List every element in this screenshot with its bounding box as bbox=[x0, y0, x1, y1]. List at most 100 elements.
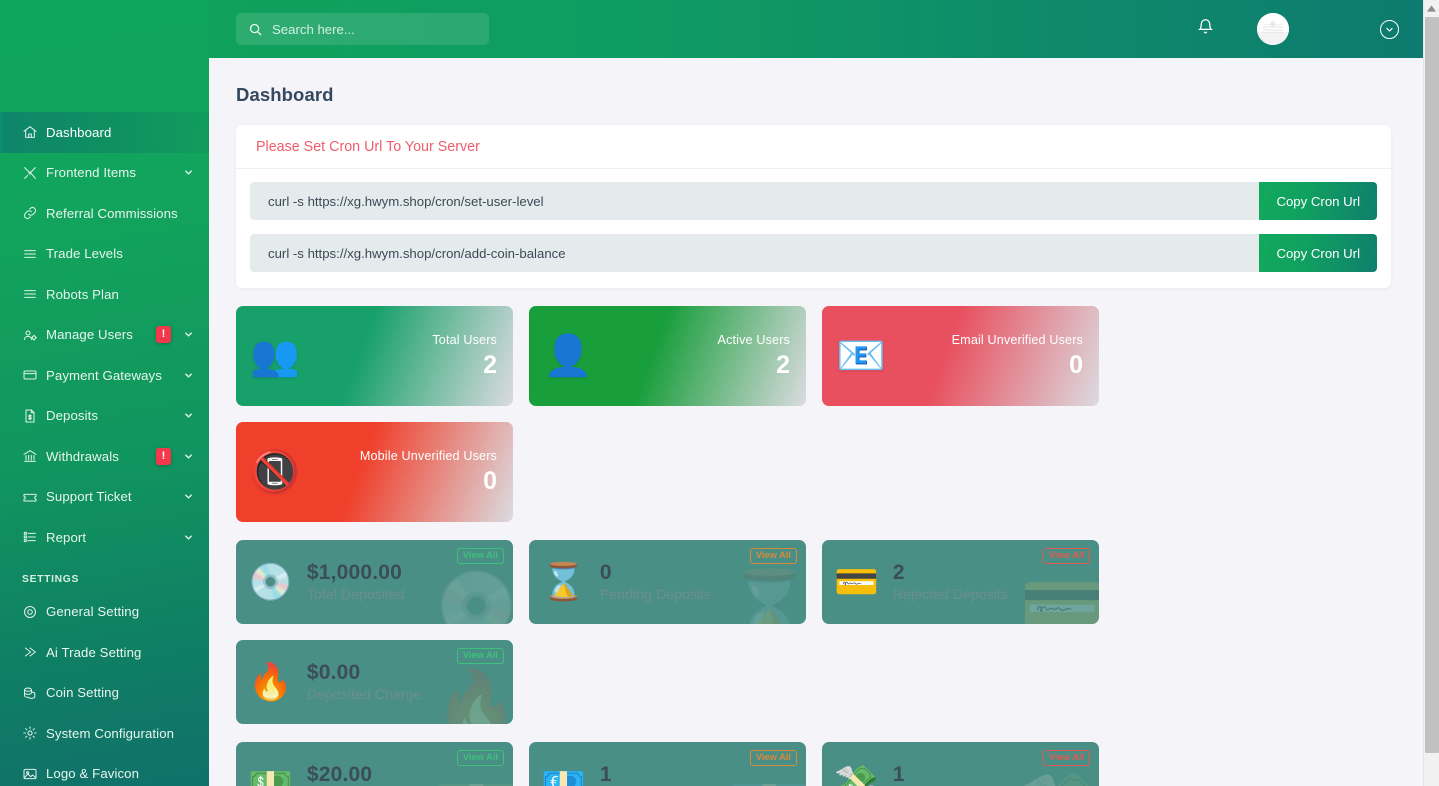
cron-url-input[interactable] bbox=[250, 234, 1260, 272]
card-background-icon: 💿 bbox=[434, 568, 513, 624]
page-scrollbar[interactable] bbox=[1423, 0, 1439, 786]
sidebar-item-badge: ! bbox=[156, 326, 171, 344]
sidebar-item-manage-users[interactable]: Manage Users! bbox=[0, 315, 209, 356]
sidebar-logo[interactable] bbox=[0, 0, 209, 112]
scrollbar-thumb[interactable] bbox=[1425, 17, 1439, 753]
stat-card-rejected-deposits[interactable]: 💳 View All 💳 2 Rejected Deposits bbox=[822, 540, 1099, 624]
chevron-down-icon[interactable] bbox=[181, 451, 195, 462]
sidebar-item-trade-levels[interactable]: Trade Levels bbox=[0, 234, 209, 275]
stat-text: 2 Rejected Deposits bbox=[893, 561, 1008, 603]
stat-card-mobile-unverified-users[interactable]: 📵 Mobile Unverified Users 0 bbox=[236, 422, 513, 522]
view-all-badge[interactable]: View All bbox=[1042, 548, 1090, 565]
image-icon bbox=[22, 766, 46, 782]
chevron-down-icon[interactable] bbox=[181, 532, 195, 543]
stat-card-pending-withdrawals[interactable]: 💶View All💶1Pending Withdrawals bbox=[529, 742, 806, 786]
email-cross-icon: 📧 bbox=[836, 334, 886, 378]
chevron-down-icon[interactable] bbox=[181, 370, 195, 381]
copy-cron-url-button[interactable]: Copy Cron Url bbox=[1259, 234, 1377, 272]
sidebar-item-deposits[interactable]: Deposits bbox=[0, 396, 209, 437]
report-list-icon bbox=[22, 529, 46, 545]
view-all-badge[interactable]: View All bbox=[749, 750, 797, 767]
tools-icon bbox=[22, 165, 46, 181]
card-background-icon: 💸 bbox=[1020, 774, 1099, 786]
view-all-badge[interactable]: View All bbox=[1042, 750, 1090, 767]
sidebar-item-support-ticket[interactable]: Support Ticket bbox=[0, 477, 209, 518]
stat-label: Rejected Deposits bbox=[892, 587, 1008, 603]
bell-icon bbox=[1197, 17, 1214, 41]
sidebar-item-label: General Setting bbox=[46, 604, 140, 620]
sidebar-item-dashboard[interactable]: Dashboard bbox=[0, 112, 209, 153]
stat-card-active-users[interactable]: 👤 Active Users 2 bbox=[529, 306, 806, 406]
sidebar-item-system-configuration[interactable]: System Configuration bbox=[0, 713, 209, 754]
card-background-icon: 💳 bbox=[1020, 568, 1099, 624]
stat-value: 0 bbox=[483, 466, 497, 495]
sidebar-item-payment-gateways[interactable]: Payment Gateways bbox=[0, 355, 209, 396]
stat-card-email-unverified-users[interactable]: 📧 Email Unverified Users 0 bbox=[822, 306, 1099, 406]
chevron-down-circle-icon[interactable] bbox=[1380, 19, 1399, 39]
ticket-icon bbox=[22, 489, 46, 505]
stat-card-rejected-withdrawals[interactable]: 💸View All💸1Rejected Withdrawals bbox=[822, 742, 1099, 786]
cash-hourglass-icon: 💶 bbox=[541, 763, 586, 786]
stat-text: $1,000.00 Total Deposited bbox=[307, 561, 405, 603]
stat-card-total-withdrawan[interactable]: 💵 View All 💵 $20.00Total Withdrawan bbox=[236, 742, 513, 786]
sidebar-item-label: Coin Setting bbox=[46, 685, 120, 701]
stat-label: Email Unverified Users bbox=[951, 332, 1083, 347]
stat-value: $0.00 bbox=[306, 661, 361, 684]
sidebar-item-robots-plan[interactable]: Robots Plan bbox=[0, 274, 209, 315]
stat-card-pending-deposits[interactable]: ⌛ View All ⌛ 0 Pending Deposits bbox=[529, 540, 806, 624]
stat-text: Email Unverified Users 0 bbox=[952, 333, 1083, 380]
view-all-badge[interactable]: View All bbox=[749, 548, 797, 565]
chevron-down-icon[interactable] bbox=[181, 329, 195, 340]
chevron-down-icon[interactable] bbox=[181, 410, 195, 421]
percent-flame-icon: 🔥 bbox=[248, 661, 293, 702]
deposit-check-icon: 💿 bbox=[248, 561, 293, 602]
sidebar-item-label: Withdrawals bbox=[46, 448, 119, 464]
sidebar-item-coin-setting[interactable]: Coin Setting bbox=[0, 673, 209, 714]
sidebar-item-label: Frontend Items bbox=[46, 165, 137, 181]
stat-text: Active Users 2 bbox=[718, 333, 790, 380]
avatar[interactable] bbox=[1257, 13, 1289, 45]
copy-cron-url-button[interactable]: Copy Cron Url bbox=[1259, 182, 1377, 220]
stats-row-users: 👥 Total Users 2 👤 Active Users 2 📧 Email Unveri… bbox=[209, 288, 1407, 522]
sidebar-item-general-setting[interactable]: General Setting bbox=[0, 592, 209, 633]
page-title: Dashboard bbox=[236, 84, 334, 105]
scroll-up-arrow-icon[interactable] bbox=[1424, 0, 1439, 17]
view-all-badge[interactable]: View All bbox=[456, 750, 504, 767]
stat-text: $0.00 Deposited Charge bbox=[307, 661, 421, 703]
cron-url-panel: Please Set Cron Url To Your Server Copy … bbox=[236, 125, 1391, 288]
card-background-icon: 🔥 bbox=[434, 668, 513, 724]
chevron-down-icon[interactable] bbox=[181, 491, 195, 502]
sidebar-item-frontend-items[interactable]: Frontend Items bbox=[0, 153, 209, 194]
sidebar-item-label: Deposits bbox=[46, 408, 99, 424]
search-box[interactable] bbox=[236, 13, 489, 45]
stat-card-total-deposited[interactable]: 💿 View All 💿 $1,000.00 Total Deposited bbox=[236, 540, 513, 624]
sidebar-item-label: Referral Commissions bbox=[46, 205, 178, 221]
sidebar-item-report[interactable]: Report bbox=[0, 517, 209, 558]
stat-label: Total Deposited bbox=[306, 587, 405, 603]
gear-icon bbox=[22, 725, 46, 741]
header-actions bbox=[1183, 7, 1423, 51]
notification-button[interactable] bbox=[1183, 7, 1227, 51]
cron-url-input[interactable] bbox=[250, 182, 1260, 220]
sidebar-item-logo-favicon[interactable]: Logo & Favicon bbox=[0, 754, 209, 786]
list-icon bbox=[22, 246, 46, 262]
mobile-cross-icon: 📵 bbox=[250, 450, 300, 494]
stats-row-deposits: 💿 View All 💿 $1,000.00 Total Deposited ⌛ View … bbox=[209, 522, 1407, 724]
sidebar-item-referral-commissions[interactable]: Referral Commissions bbox=[0, 193, 209, 234]
stat-card-total-users[interactable]: 👥 Total Users 2 bbox=[236, 306, 513, 406]
sidebar-item-label: System Configuration bbox=[46, 725, 175, 741]
view-all-badge[interactable]: View All bbox=[456, 548, 504, 565]
coins-icon bbox=[22, 685, 46, 701]
stats-row-withdrawals: 💵 View All 💵 $20.00Total Withdrawan 💶 View Al… bbox=[209, 724, 1407, 786]
sidebar-item-withdrawals[interactable]: Withdrawals! bbox=[0, 436, 209, 477]
stat-label: Total Users bbox=[432, 332, 497, 347]
stat-text: Mobile Unverified Users 0 bbox=[360, 449, 497, 496]
view-all-badge[interactable]: View All bbox=[456, 648, 504, 665]
stat-text: $20.00Total Withdrawan bbox=[307, 763, 416, 786]
search-input[interactable] bbox=[272, 21, 462, 37]
active-users-icon: 👤 bbox=[543, 334, 593, 378]
chevron-down-icon[interactable] bbox=[181, 167, 195, 178]
stat-card-deposited-charge[interactable]: 🔥 View All 🔥 $0.00 Deposited Charge bbox=[236, 640, 513, 724]
sidebar-item-ai-trade-setting[interactable]: Ai Trade Setting bbox=[0, 632, 209, 673]
credit-card-icon bbox=[22, 367, 46, 383]
